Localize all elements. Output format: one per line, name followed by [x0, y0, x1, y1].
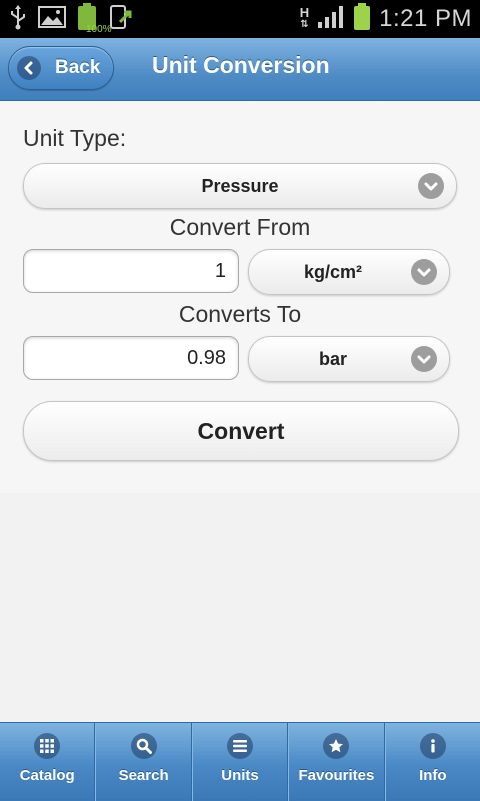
convert-button[interactable]: Convert	[23, 401, 459, 461]
usb-icon	[8, 4, 28, 35]
nav-label-search: Search	[118, 767, 169, 784]
nav-item-info[interactable]: Info	[384, 723, 480, 801]
status-time: 1:21 PM	[379, 5, 472, 32]
chevron-down-icon	[411, 259, 437, 285]
status-bar: 100% H ⇅ 1:21 PM	[0, 0, 480, 38]
to-value-input[interactable]	[23, 336, 239, 380]
convert-from-label: Convert From	[169, 214, 311, 240]
nav-item-catalog[interactable]: Catalog	[0, 723, 96, 801]
conversion-form: Unit Type: Pressure Convert From kg/cm² …	[0, 101, 480, 493]
back-button[interactable]: Back	[8, 46, 114, 90]
battery-icon	[353, 2, 371, 36]
chevron-down-icon	[411, 346, 437, 372]
bottom-nav: Catalog Search Units Favourites Info	[0, 722, 480, 801]
to-unit-select[interactable]: bar	[248, 336, 450, 382]
nav-label-units: Units	[221, 767, 259, 784]
nav-item-search[interactable]: Search	[95, 723, 192, 801]
nav-label-favourites: Favourites	[298, 767, 375, 784]
chevron-down-icon	[418, 173, 444, 199]
back-button-label: Back	[55, 57, 101, 78]
star-icon	[323, 733, 350, 759]
to-unit-value: bar	[318, 348, 347, 369]
nav-item-favourites[interactable]: Favourites	[288, 723, 385, 801]
info-icon	[419, 733, 446, 759]
nav-item-units[interactable]: Units	[191, 723, 289, 801]
list-icon	[227, 733, 254, 759]
network-type-indicator: H ⇅	[299, 5, 310, 30]
unit-type-select[interactable]: Pressure	[23, 163, 457, 209]
page-header: Back Unit Conversion	[0, 38, 480, 101]
nav-label-catalog: Catalog	[19, 767, 75, 784]
chevron-left-icon	[17, 56, 41, 80]
from-unit-select[interactable]: kg/cm²	[248, 249, 450, 295]
unit-type-value: Pressure	[201, 175, 279, 196]
status-icons-left	[8, 2, 134, 35]
from-value-input[interactable]	[23, 249, 239, 293]
grid-icon	[34, 733, 61, 759]
gallery-icon	[38, 5, 66, 34]
page-title: Unit Conversion	[152, 52, 330, 78]
battery-percent-label: 100%	[86, 24, 112, 35]
unit-type-label: Unit Type:	[23, 125, 127, 151]
status-icons-right: H ⇅ 1:21 PM	[299, 2, 472, 36]
converts-to-label: Converts To	[178, 301, 302, 327]
signal-strength-icon	[317, 5, 345, 34]
search-icon	[130, 733, 157, 759]
nav-label-info: Info	[419, 767, 447, 784]
from-unit-value: kg/cm²	[303, 261, 363, 282]
